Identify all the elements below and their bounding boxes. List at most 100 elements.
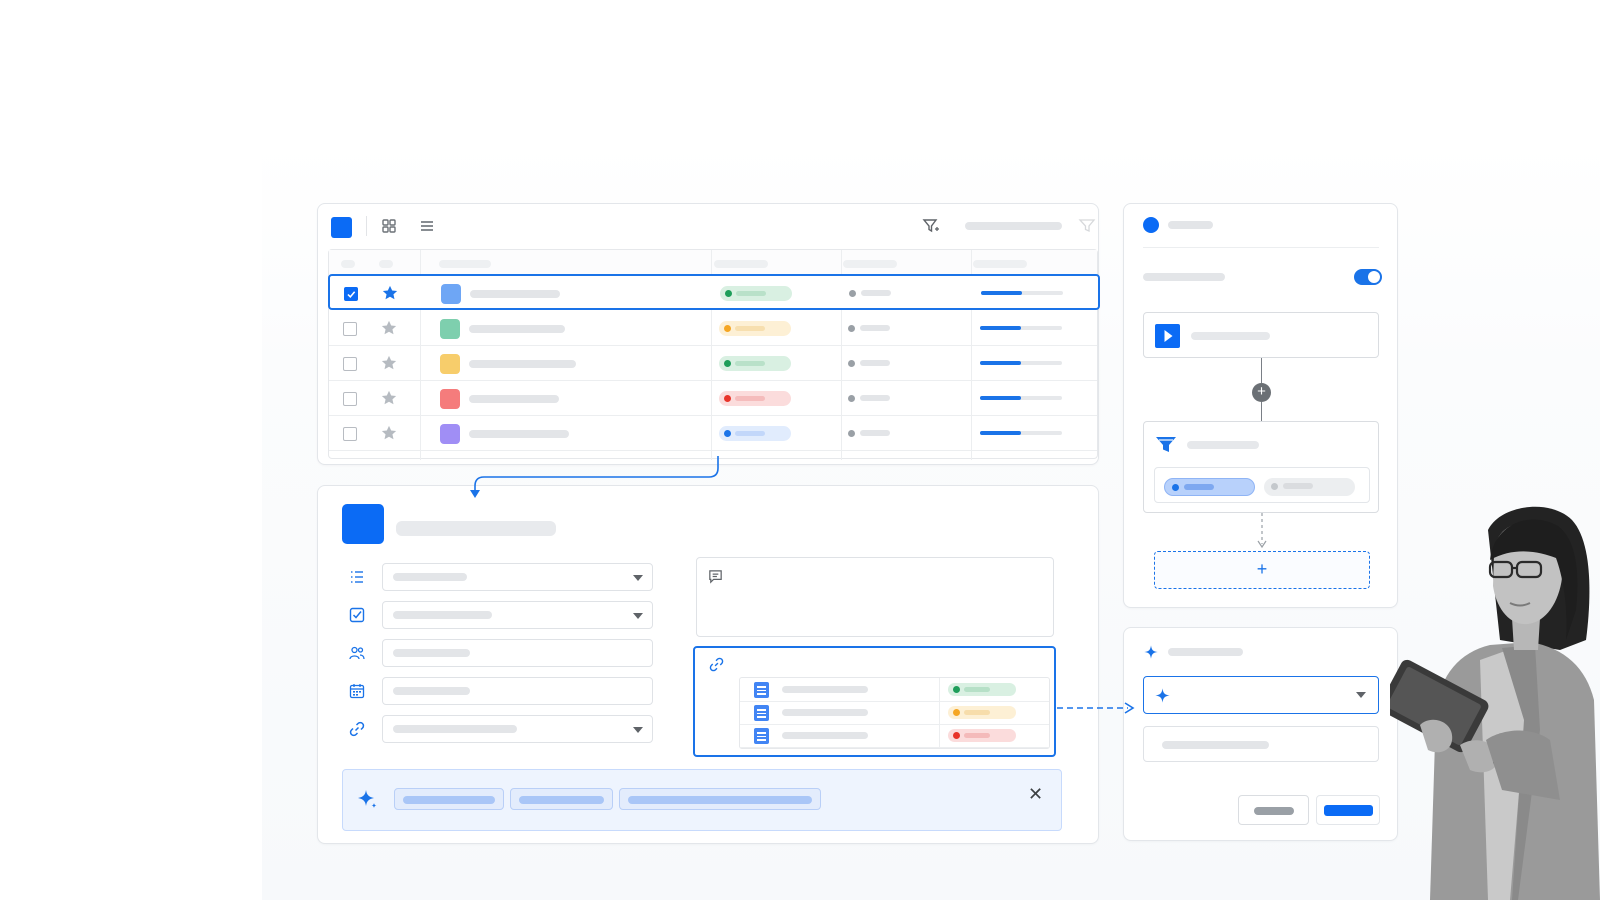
star-icon[interactable] bbox=[380, 319, 398, 337]
status-badge bbox=[720, 286, 792, 301]
add-node-button[interactable]: + bbox=[1252, 383, 1271, 402]
filter-funnel-icon bbox=[1156, 437, 1176, 452]
comment-box[interactable] bbox=[696, 557, 1054, 637]
automation-card: + + bbox=[1123, 203, 1398, 608]
add-step-button[interactable]: + bbox=[1154, 551, 1370, 589]
link-icon bbox=[349, 721, 365, 737]
owner-dot bbox=[848, 325, 855, 332]
automation-title bbox=[1168, 221, 1213, 229]
row-checkbox[interactable] bbox=[343, 392, 357, 406]
owner-name bbox=[860, 430, 890, 436]
people-icon bbox=[349, 646, 365, 660]
status-badge bbox=[719, 356, 791, 371]
stage: ✕ + + bbox=[0, 0, 1600, 900]
filter-add-icon[interactable] bbox=[922, 217, 940, 235]
owner-name bbox=[860, 325, 890, 331]
status-badge bbox=[948, 729, 1016, 742]
record-name bbox=[469, 430, 569, 438]
chevron-down-icon bbox=[1356, 692, 1366, 698]
link-icon bbox=[709, 657, 724, 672]
doc-name bbox=[782, 709, 868, 716]
owner-dot bbox=[848, 395, 855, 402]
row-checkbox[interactable] bbox=[343, 427, 357, 441]
progress-bar bbox=[980, 431, 1062, 435]
ai-settings-card bbox=[1123, 627, 1398, 841]
star-icon[interactable] bbox=[380, 354, 398, 372]
sparkle-icon bbox=[1144, 645, 1158, 659]
owner-name bbox=[860, 395, 890, 401]
ai-settings-title bbox=[1168, 648, 1243, 656]
status-badge bbox=[719, 391, 791, 406]
table-row[interactable] bbox=[329, 346, 1097, 381]
save-button[interactable] bbox=[1316, 795, 1380, 825]
assignees-field[interactable] bbox=[382, 639, 653, 667]
record-icon bbox=[342, 504, 384, 544]
date-field[interactable] bbox=[382, 677, 653, 705]
table-row[interactable] bbox=[329, 311, 1097, 346]
record-name bbox=[469, 360, 576, 368]
list-view-icon[interactable] bbox=[418, 217, 436, 235]
record-title bbox=[396, 521, 556, 536]
status-select[interactable] bbox=[382, 601, 653, 629]
table-row[interactable] bbox=[329, 381, 1097, 416]
owner-name bbox=[861, 290, 891, 296]
comment-icon bbox=[709, 570, 722, 584]
row-checkbox[interactable] bbox=[343, 357, 357, 371]
link-select[interactable] bbox=[382, 715, 653, 743]
chevron-down-icon bbox=[633, 575, 643, 581]
linked-docs-table bbox=[739, 677, 1050, 749]
trigger-node[interactable] bbox=[1143, 312, 1379, 358]
record-detail-card: ✕ bbox=[317, 485, 1099, 844]
filter-node[interactable] bbox=[1143, 421, 1379, 513]
automation-toggle[interactable] bbox=[1354, 269, 1382, 285]
table-row[interactable] bbox=[329, 416, 1097, 451]
records-table bbox=[328, 249, 1100, 460]
search-placeholder[interactable] bbox=[965, 222, 1062, 230]
record-color-icon bbox=[440, 354, 460, 374]
app-logo bbox=[331, 217, 352, 238]
linked-doc-row[interactable] bbox=[740, 701, 1049, 725]
linked-doc-row[interactable] bbox=[740, 724, 1049, 748]
record-color-icon bbox=[441, 284, 461, 304]
chevron-down-icon bbox=[633, 727, 643, 733]
ai-suggestion-bar: ✕ bbox=[342, 769, 1062, 831]
list-icon bbox=[351, 571, 363, 583]
owner-name bbox=[860, 360, 890, 366]
record-color-icon bbox=[440, 389, 460, 409]
play-icon bbox=[1155, 324, 1180, 348]
suggestion-chip[interactable] bbox=[619, 788, 821, 810]
grid-view-icon[interactable] bbox=[380, 217, 398, 235]
linked-records-panel[interactable] bbox=[693, 646, 1056, 757]
condition-chip[interactable] bbox=[1264, 478, 1355, 496]
ai-prompt-input[interactable] bbox=[1143, 726, 1379, 762]
table-row[interactable] bbox=[328, 274, 1100, 310]
checkbox-icon bbox=[349, 607, 365, 623]
status-badge bbox=[948, 706, 1016, 719]
ai-model-select[interactable] bbox=[1143, 676, 1379, 714]
star-icon[interactable] bbox=[381, 284, 399, 302]
category-select[interactable] bbox=[382, 563, 653, 591]
automation-icon bbox=[1143, 217, 1159, 233]
status-badge bbox=[719, 321, 791, 336]
progress-bar bbox=[980, 396, 1062, 400]
record-name bbox=[469, 325, 565, 333]
star-icon[interactable] bbox=[380, 424, 398, 442]
filter-icon[interactable] bbox=[1078, 217, 1096, 235]
row-checkbox[interactable] bbox=[344, 287, 358, 301]
linked-doc-row[interactable] bbox=[740, 678, 1049, 702]
close-icon[interactable]: ✕ bbox=[1028, 784, 1043, 805]
status-badge bbox=[948, 683, 1016, 696]
suggestion-chip[interactable] bbox=[394, 788, 504, 810]
row-checkbox[interactable] bbox=[343, 322, 357, 336]
document-icon bbox=[754, 682, 769, 698]
progress-bar bbox=[980, 326, 1062, 330]
cancel-button[interactable] bbox=[1238, 795, 1309, 825]
star-icon[interactable] bbox=[380, 389, 398, 407]
condition-chip-active[interactable] bbox=[1164, 478, 1255, 496]
suggestion-chip[interactable] bbox=[510, 788, 613, 810]
doc-name bbox=[782, 732, 868, 739]
owner-dot bbox=[848, 430, 855, 437]
table-header bbox=[329, 250, 1097, 276]
table-toolbar bbox=[318, 204, 1098, 248]
record-color-icon bbox=[440, 424, 460, 444]
